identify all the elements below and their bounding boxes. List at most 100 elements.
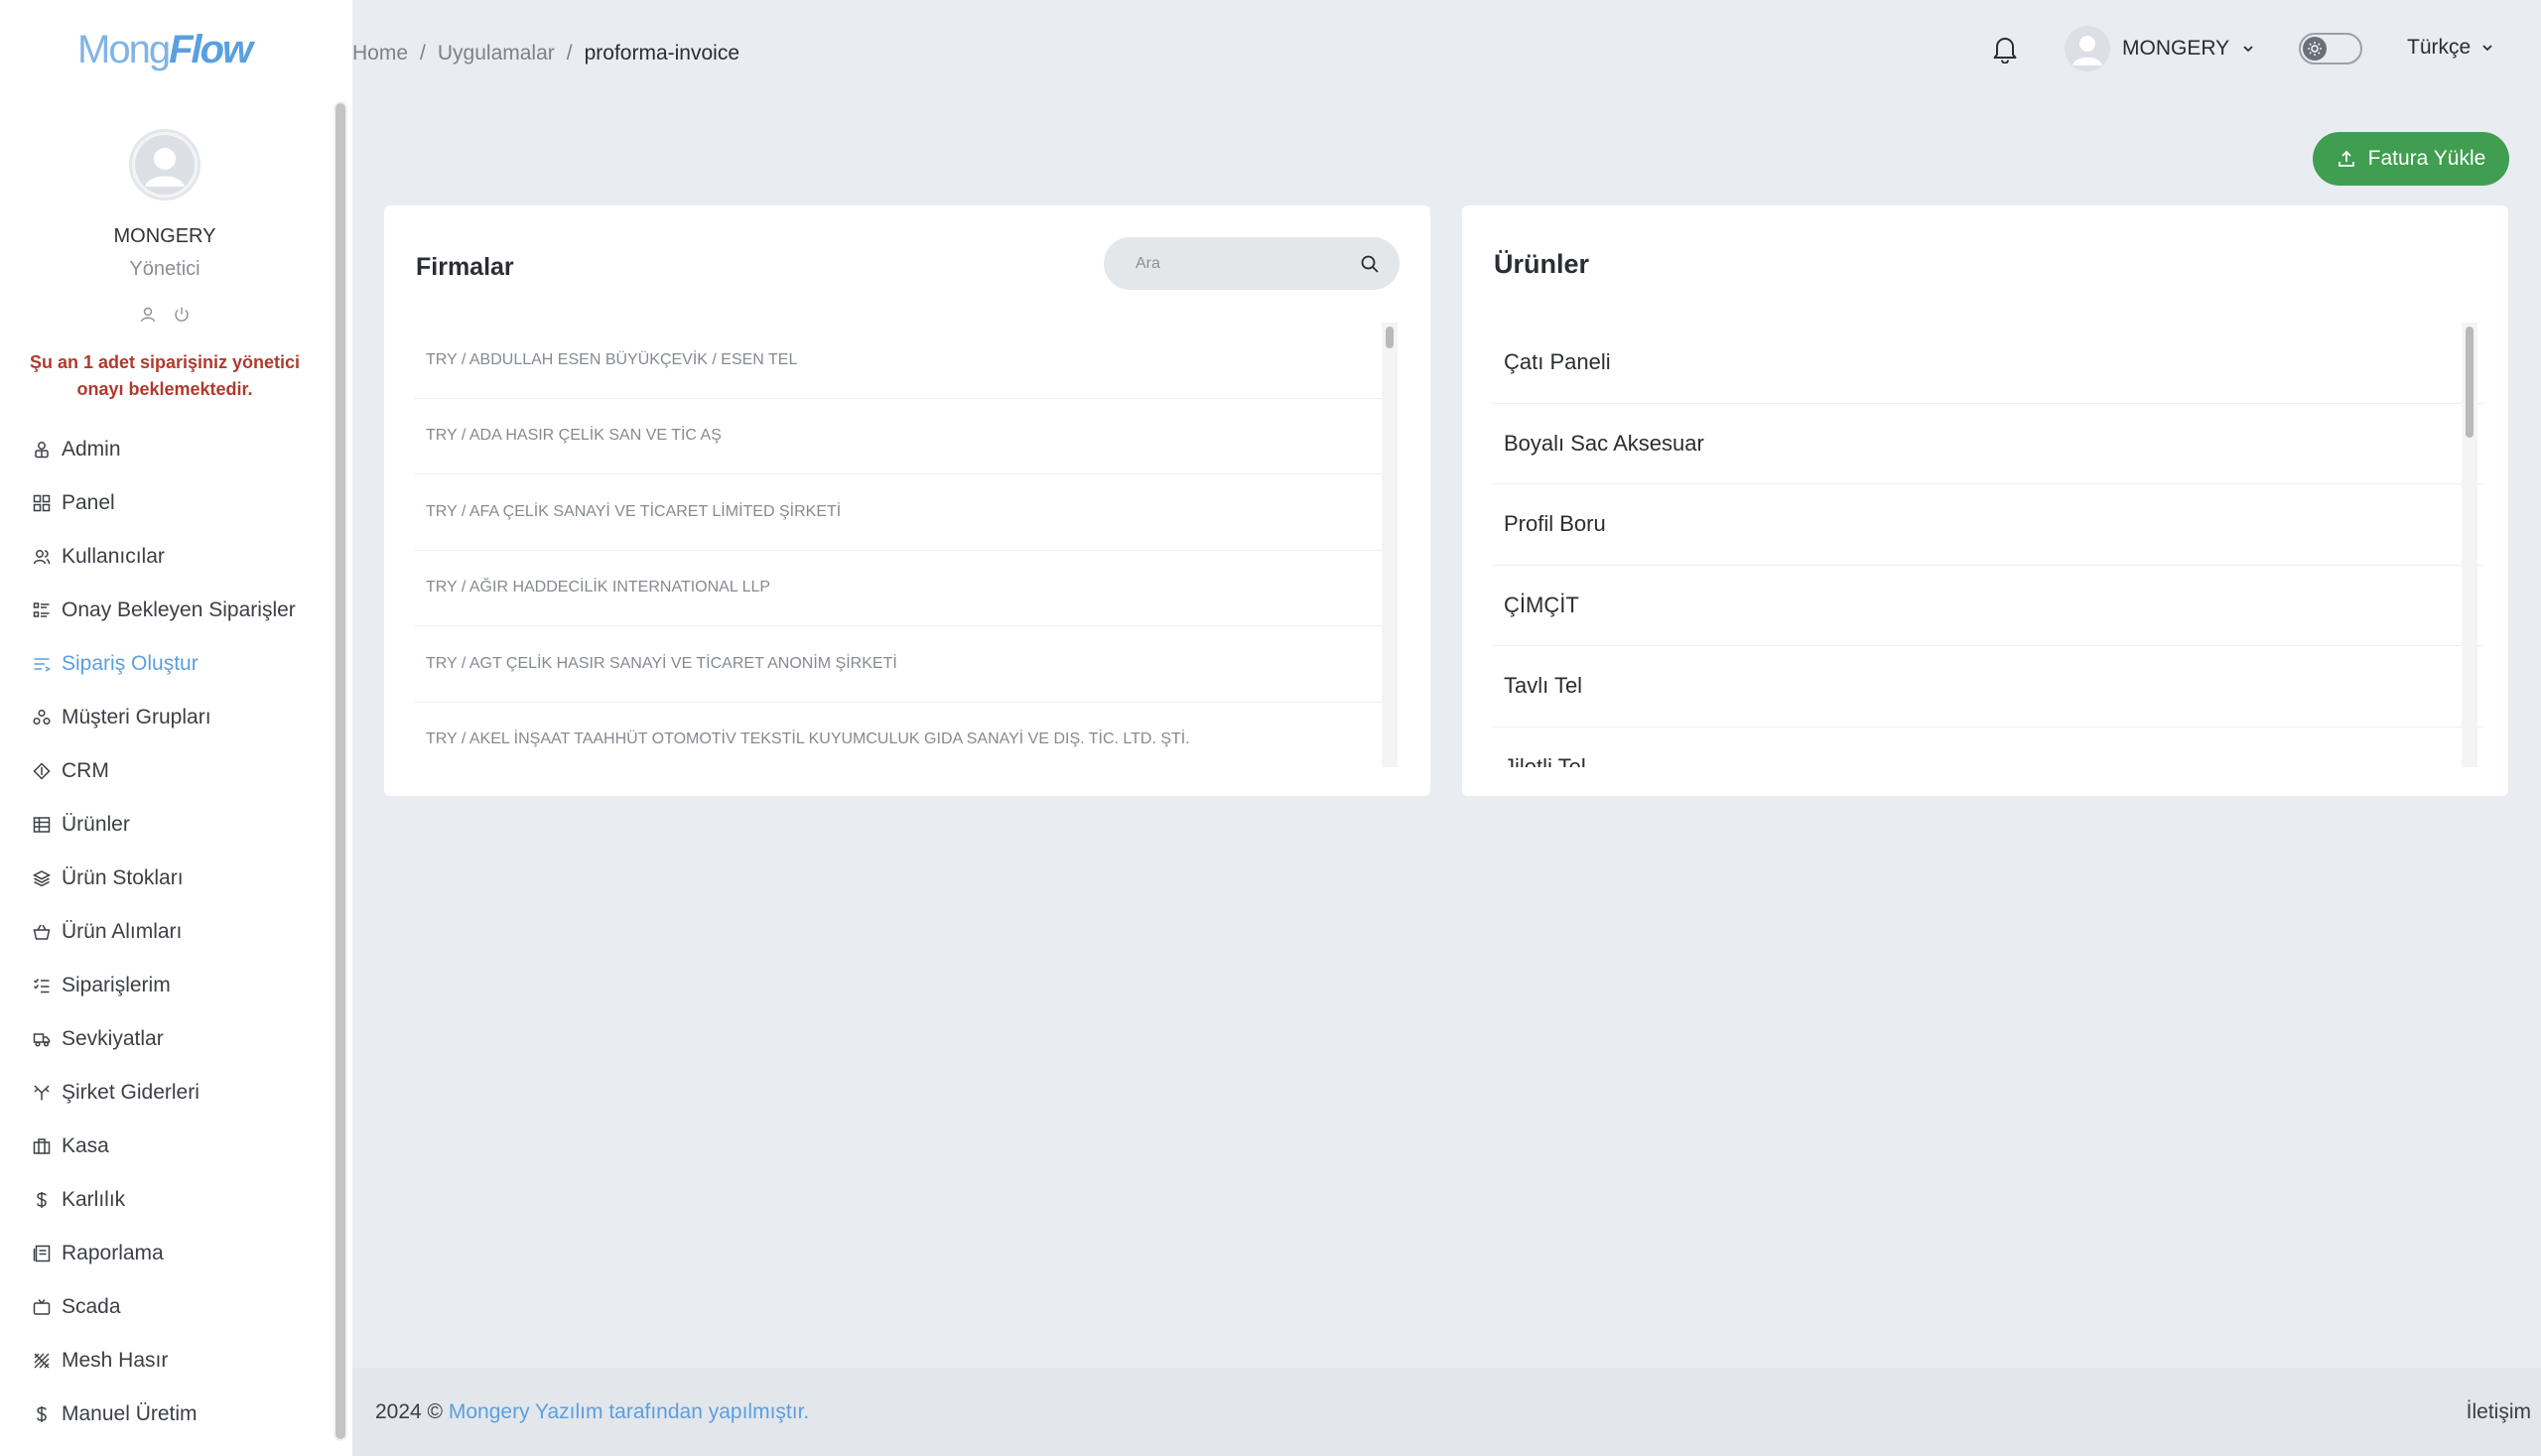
breadcrumb-home[interactable]: Home (352, 42, 408, 66)
logo-text-part1: Mong (77, 28, 171, 71)
sidebar-item-label: Ürün Stokları (62, 866, 184, 889)
upload-icon (2338, 150, 2354, 167)
breadcrumb-apps[interactable]: Uygulamalar (438, 42, 555, 66)
companies-scrollbar-thumb[interactable] (1386, 327, 1394, 348)
sidebar-item-product-purchases[interactable]: Ürün Alımları (0, 905, 330, 959)
sidebar-item-my-orders[interactable]: Siparişlerim (0, 959, 330, 1012)
footer-company-link[interactable]: Mongery Yazılım tarafından yapılmıştır. (449, 1400, 809, 1423)
list-item[interactable]: Profil Boru (1492, 484, 2484, 566)
sidebar-item-pending-orders[interactable]: Onay Bekleyen Siparişler (0, 584, 330, 637)
sidebar-item-admin[interactable]: Admin (0, 423, 330, 476)
sidebar-item-label: Ürün Alımları (62, 920, 183, 943)
sidebar-item-label: Manuel Üretim (62, 1402, 198, 1425)
sidebar-scrollbar-thumb[interactable] (335, 103, 345, 1439)
company-search[interactable] (1104, 237, 1400, 290)
layers-icon (33, 870, 51, 887)
list-item[interactable]: Boyalı Sac Aksesuar (1492, 404, 2484, 484)
sidebar-item-label: Admin (62, 438, 121, 461)
sidebar-item-manual-production[interactable]: Manuel Üretim (0, 1388, 330, 1441)
sidebar-item-cashbox[interactable]: Kasa (0, 1120, 330, 1173)
table-icon (33, 817, 51, 833)
upload-invoice-label: Fatura Yükle (2367, 147, 2486, 170)
breadcrumb-current: proforma-invoice (584, 42, 740, 65)
sidebar-item-label: Raporlama (62, 1242, 164, 1264)
grid-icon (33, 494, 51, 512)
expense-icon (34, 1085, 50, 1101)
truck-icon (33, 1033, 51, 1047)
sidebar-item-company-expenses[interactable]: Şirket Giderleri (0, 1066, 330, 1120)
sidebar-item-label: Scada (62, 1295, 121, 1318)
search-input[interactable] (1136, 254, 1360, 273)
profile-actions (0, 306, 330, 324)
sidebar-item-label: Müşteri Grupları (62, 706, 211, 728)
sidebar-item-users[interactable]: Kullanıcılar (0, 530, 330, 584)
language-select[interactable]: Türkçe (2407, 36, 2494, 60)
avatar (2065, 26, 2110, 71)
sidebar-item-label: Şirket Giderleri (62, 1081, 200, 1104)
language-label: Türkçe (2407, 36, 2472, 59)
power-icon[interactable] (173, 306, 191, 324)
bell-icon[interactable] (1991, 34, 2019, 64)
sidebar-item-shipments[interactable]: Sevkiyatlar (0, 1012, 330, 1066)
sidebar-item-profitability[interactable]: Karlılık (0, 1173, 330, 1227)
sidebar-item-products[interactable]: Ürünler (0, 798, 330, 852)
sidebar-item-crm[interactable]: CRM (0, 744, 330, 798)
logo[interactable]: MongFlow (77, 26, 253, 73)
sidebar-item-mesh[interactable]: Mesh Hasır (0, 1334, 330, 1388)
profile-user-icon[interactable] (139, 306, 157, 324)
list-item[interactable]: Tavlı Tel (1492, 646, 2484, 728)
checklist-icon (33, 979, 50, 993)
basket-icon (33, 924, 51, 940)
products-scrollbar[interactable] (2462, 323, 2477, 767)
list-item[interactable]: ÇİMÇİT (1492, 566, 2484, 646)
sun-icon (2303, 37, 2327, 61)
sidebar-item-create-order[interactable]: Sipariş Oluştur (0, 637, 330, 691)
products-card: Ürünler Çatı Paneli Boyalı Sac Aksesuar … (1462, 205, 2508, 796)
list-item[interactable]: TRY / AFA ÇELİK SANAYİ VE TİCARET LİMİTE… (414, 474, 1382, 551)
theme-toggle[interactable] (2299, 33, 2362, 65)
sidebar-item-label: Panel (62, 491, 115, 514)
companies-scrollbar[interactable] (1382, 323, 1398, 767)
user-silhouette-icon (2065, 26, 2110, 71)
list-item[interactable]: TRY / AĞIR HADDECİLİK INTERNATIONAL LLP (414, 551, 1382, 626)
sidebar-item-scada[interactable]: Scada (0, 1280, 330, 1334)
list-item[interactable]: TRY / ADA HASIR ÇELİK SAN VE TİC AŞ (414, 399, 1382, 474)
sidebar-scrollbar[interactable] (334, 101, 347, 1441)
products-scrollbar-thumb[interactable] (2466, 327, 2474, 438)
chevron-down-icon (2482, 45, 2492, 52)
search-icon[interactable] (1360, 254, 1380, 274)
list-item[interactable]: TRY / ABDULLAH ESEN BÜYÜKÇEVİK / ESEN TE… (414, 323, 1382, 399)
footer: 2024 © Mongery Yazılım tarafından yapılm… (352, 1368, 2541, 1456)
tv-icon (33, 1299, 51, 1315)
sidebar-item-panel[interactable]: Panel (0, 476, 330, 530)
logo-text-part2: Flow (169, 28, 253, 71)
profile-name: MONGERY (113, 225, 216, 247)
companies-list: TRY / ABDULLAH ESEN BÜYÜKÇEVİK / ESEN TE… (414, 323, 1382, 759)
list-item[interactable]: Çatı Paneli (1492, 323, 2484, 404)
upload-invoice-button[interactable]: Fatura Yükle (2313, 132, 2509, 186)
form-icon (34, 658, 51, 672)
sidebar-item-customer-groups[interactable]: Müşteri Grupları (0, 691, 330, 744)
dollar-icon (37, 1192, 47, 1208)
admin-icon (35, 442, 49, 459)
sidebar: MongFlow MONGERY Yönetici Şu an 1 adet s… (0, 0, 352, 1456)
users-icon (33, 550, 51, 565)
companies-title: Firmalar (416, 253, 514, 281)
sidebar-item-product-stocks[interactable]: Ürün Stokları (0, 852, 330, 905)
list-item[interactable]: TRY / AKEL İNŞAAT TAAHHÜT OTOMOTİV TEKST… (414, 703, 1382, 760)
username: MONGERY (2122, 37, 2230, 60)
list-item[interactable]: TRY / AGT ÇELİK HASIR SANAYİ VE TİCARET … (414, 626, 1382, 703)
user-menu[interactable]: MONGERY (2065, 24, 2255, 73)
report-icon (33, 1245, 51, 1262)
breadcrumb-separator: / (420, 42, 426, 65)
footer-copyright: 2024 © Mongery Yazılım tarafından yapılm… (375, 1400, 809, 1424)
list-icon (33, 602, 50, 617)
user-silhouette-icon (135, 135, 195, 195)
list-item[interactable]: Jiletli Tel (1492, 728, 2484, 767)
cashbox-icon (33, 1138, 51, 1154)
footer-prefix: 2024 © (375, 1399, 444, 1423)
sidebar-item-reporting[interactable]: Raporlama (0, 1227, 330, 1280)
products-list: Çatı Paneli Boyalı Sac Aksesuar Profil B… (1492, 323, 2484, 767)
footer-contact-link[interactable]: İletişim (2467, 1400, 2531, 1424)
profile-avatar (129, 129, 201, 200)
